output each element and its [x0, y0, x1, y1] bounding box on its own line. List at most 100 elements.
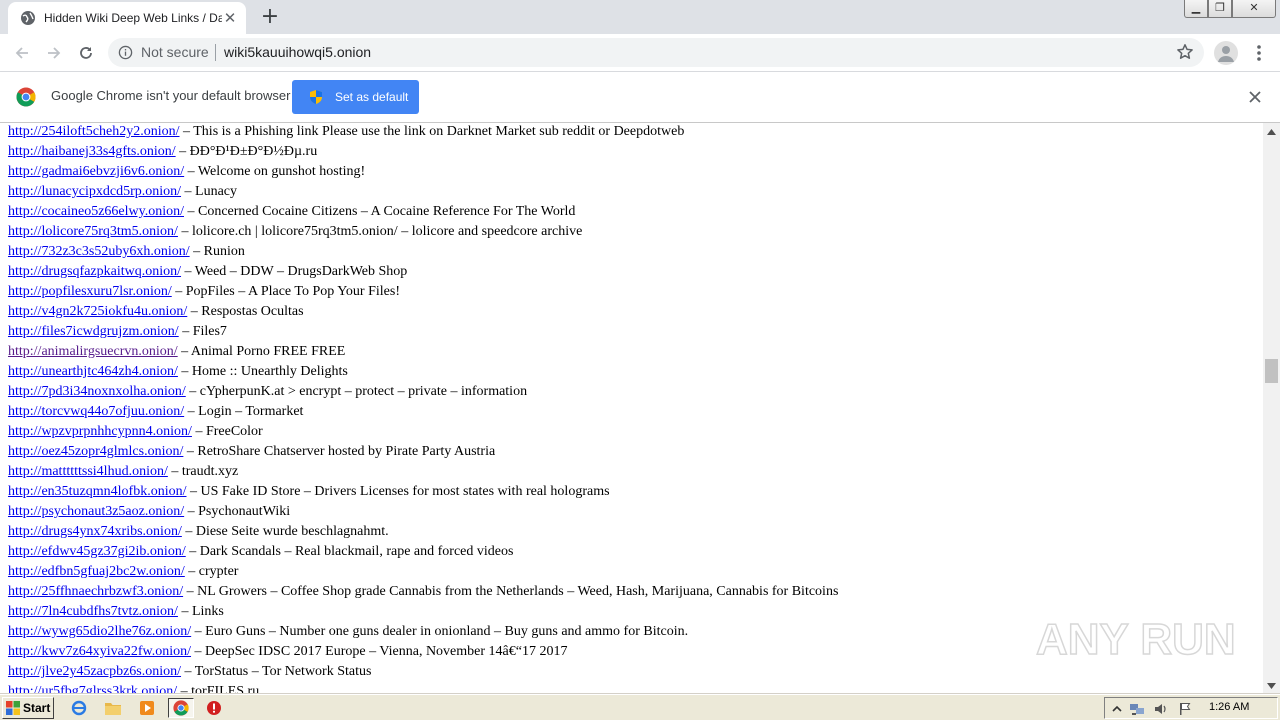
onion-link[interactable]: http://psychonaut3z5aoz.onion/ [8, 504, 184, 519]
onion-link[interactable]: http://haibanej33s4gfts.onion/ [8, 144, 176, 159]
reload-button[interactable] [73, 40, 99, 66]
list-item: http://ur5fbg7glrss3krk.onion/ – torFILE… [8, 682, 838, 694]
tab-active[interactable]: Hidden Wiki Deep Web Links / Dark W ✕ [8, 2, 246, 34]
info-icon[interactable] [118, 45, 133, 60]
window-maximize-button[interactable]: ❐ [1208, 0, 1232, 18]
onion-link[interactable]: http://kwv7z64xyiva22fw.onion/ [8, 644, 191, 659]
profile-avatar-icon[interactable] [1214, 41, 1238, 65]
onion-link[interactable]: http://en35tuzqmn4lofbk.onion/ [8, 484, 187, 499]
onion-link[interactable]: http://732z3c3s52uby6xh.onion/ [8, 244, 190, 259]
list-item: http://files7icwdgrujzm.onion/ – Files7 [8, 322, 838, 342]
onion-link[interactable]: http://mattttttssi4lhud.onion/ [8, 464, 168, 479]
onion-link[interactable]: http://25ffhnaechrbzwf3.onion/ [8, 584, 183, 599]
scrollbar-thumb[interactable] [1265, 359, 1278, 383]
stop-sign-icon[interactable] [203, 698, 225, 718]
link-description: – US Fake ID Store – Drivers Licenses fo… [186, 484, 610, 499]
volume-icon[interactable] [1153, 701, 1169, 717]
onion-link[interactable]: http://torcvwq44o7ofjuu.onion/ [8, 404, 184, 419]
set-as-default-button[interactable]: Set as default [292, 80, 419, 114]
uac-shield-icon [310, 90, 322, 104]
link-description: – NL Growers – Coffee Shop grade Cannabi… [183, 584, 839, 599]
scroll-up-arrow-icon[interactable] [1263, 123, 1280, 140]
link-description: – Links [177, 604, 224, 619]
start-button[interactable]: Start [2, 697, 54, 719]
onion-link[interactable]: http://jlve2y45zacpbz6s.onion/ [8, 664, 181, 679]
link-description: – FreeColor [191, 424, 263, 439]
forward-button[interactable] [41, 40, 67, 66]
bookmark-star-icon[interactable] [1176, 43, 1194, 61]
chrome-taskbar-icon[interactable] [168, 698, 194, 718]
list-item: http://lunacycipxdcd5rp.onion/ – Lunacy [8, 182, 838, 202]
vertical-scrollbar[interactable] [1263, 123, 1280, 694]
link-description: – PopFiles – A Place To Pop Your Files! [171, 284, 400, 299]
chrome-logo-icon [16, 87, 36, 107]
set-as-default-label: Set as default [335, 90, 409, 104]
link-description: – Runion [189, 244, 245, 259]
onion-link[interactable]: http://lunacycipxdcd5rp.onion/ [8, 184, 181, 199]
onion-link[interactable]: http://files7icwdgrujzm.onion/ [8, 324, 179, 339]
anyrun-watermark: ANY RUN [1036, 614, 1236, 665]
onion-link[interactable]: http://efdwv45gz37gi2ib.onion/ [8, 544, 186, 559]
new-tab-icon[interactable]: + [258, 6, 282, 30]
list-item: http://7pd3i34noxnxolha.onion/ – cYpherp… [8, 382, 838, 402]
onion-link[interactable]: http://popfilesxuru7lsr.onion/ [8, 284, 172, 299]
action-center-flag-icon[interactable] [1177, 701, 1193, 717]
window-close-button[interactable]: ✕ [1232, 0, 1276, 18]
system-clock[interactable]: 1:26 AM [1209, 701, 1249, 713]
window-minimize-button[interactable]: ▁ [1184, 0, 1208, 18]
back-button[interactable] [9, 40, 35, 66]
onion-link[interactable]: http://drugsqfazpkaitwq.onion/ [8, 264, 181, 279]
list-item: http://kwv7z64xyiva22fw.onion/ – DeepSec… [8, 642, 838, 662]
onion-link[interactable]: http://edfbn5gfuaj2bc2w.onion/ [8, 564, 185, 579]
onion-link[interactable]: http://7pd3i34noxnxolha.onion/ [8, 384, 186, 399]
forward-arrow-icon [48, 47, 61, 59]
file-explorer-icon[interactable] [102, 698, 124, 718]
tab-close-icon[interactable]: ✕ [222, 10, 238, 26]
infobar-close-icon[interactable] [1246, 88, 1264, 106]
link-description: – RetroShare Chatserver hosted by Pirate… [183, 444, 496, 459]
onion-link[interactable]: http://254iloft5cheh2y2.onion/ [8, 124, 180, 139]
url-text[interactable]: wiki5kauuihowqi5.onion [224, 44, 371, 60]
link-description: – traudt.xyz [167, 464, 239, 479]
internet-explorer-icon[interactable] [68, 698, 90, 718]
list-item: http://lolicore75rq3tm5.onion/ – lolicor… [8, 222, 838, 242]
menu-kebab-icon[interactable] [1250, 42, 1268, 64]
onion-link[interactable]: http://oez45zopr4glmlcs.onion/ [8, 444, 183, 459]
onion-link[interactable]: http://ur5fbg7glrss3krk.onion/ [8, 684, 177, 694]
link-description: – Animal Porno FREE FREE [177, 344, 346, 359]
onion-link[interactable]: http://wpzvprpnhhcypnn4.onion/ [8, 424, 192, 439]
list-item: http://haibanej33s4gfts.onion/ – ÐÐ°Ð¹Ð±… [8, 142, 838, 162]
list-item: http://7ln4cubdfhs7tvtz.onion/ – Links [8, 602, 838, 622]
onion-link[interactable]: http://animalirgsuecrvn.onion/ [8, 344, 178, 359]
onion-link[interactable]: http://wywg65dio2lhe76z.onion/ [8, 624, 191, 639]
link-description: – TorStatus – Tor Network Status [181, 664, 372, 679]
link-description: – Dark Scandals – Real blackmail, rape a… [185, 544, 514, 559]
onion-link[interactable]: http://v4gn2k725iokfu4u.onion/ [8, 304, 187, 319]
network-icon[interactable] [1129, 701, 1145, 717]
scroll-down-arrow-icon[interactable] [1263, 677, 1280, 694]
link-description: – Respostas Ocultas [187, 304, 304, 319]
list-item: http://mattttttssi4lhud.onion/ – traudt.… [8, 462, 838, 482]
list-item: http://732z3c3s52uby6xh.onion/ – Runion [8, 242, 838, 262]
default-browser-infobar: Google Chrome isn't your default browser… [0, 72, 1280, 123]
link-description: – cYpherpunK.at > encrypt – protect – pr… [185, 384, 528, 399]
link-description: – Concerned Cocaine Citizens – A Cocaine… [184, 204, 576, 219]
list-item: http://drugsqfazpkaitwq.onion/ – Weed – … [8, 262, 838, 282]
onion-link[interactable]: http://7ln4cubdfhs7tvtz.onion/ [8, 604, 178, 619]
media-player-icon[interactable] [136, 698, 158, 718]
address-bar[interactable]: Not secure wiki5kauuihowqi5.onion [108, 38, 1204, 67]
onion-link[interactable]: http://drugs4ynx74xribs.onion/ [8, 524, 182, 539]
tab-title: Hidden Wiki Deep Web Links / Dark W [44, 11, 222, 25]
link-description: – Login – Tormarket [184, 404, 304, 419]
link-description: – crypter [184, 564, 239, 579]
tray-expand-icon[interactable] [1109, 701, 1125, 717]
onion-link[interactable]: http://unearthjtc464zh4.onion/ [8, 364, 178, 379]
link-list: http://254iloft5cheh2y2.onion/ – This is… [8, 123, 838, 694]
globe-icon [21, 11, 35, 25]
list-item: http://v4gn2k725iokfu4u.onion/ – Respost… [8, 302, 838, 322]
onion-link[interactable]: http://lolicore75rq3tm5.onion/ [8, 224, 178, 239]
onion-link[interactable]: http://gadmai6ebvzji6v6.onion/ [8, 164, 184, 179]
link-description: – Euro Guns – Number one guns dealer in … [191, 624, 689, 639]
onion-link[interactable]: http://cocaineo5z66elwy.onion/ [8, 204, 184, 219]
list-item: http://unearthjtc464zh4.onion/ – Home ::… [8, 362, 838, 382]
